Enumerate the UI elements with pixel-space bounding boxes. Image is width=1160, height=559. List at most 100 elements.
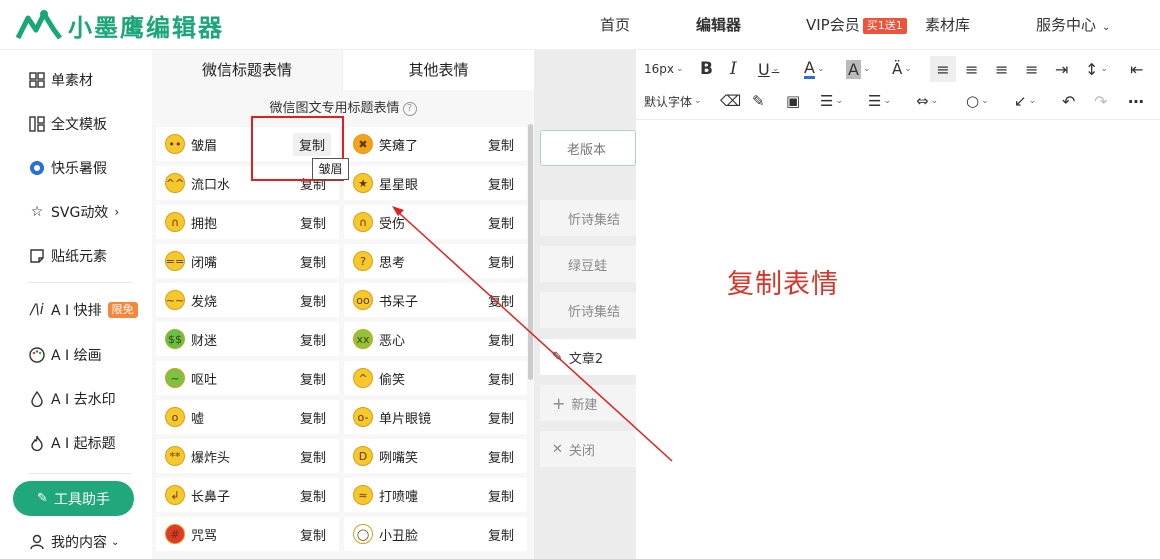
tab-other-emoji[interactable]: 其他表情 bbox=[342, 50, 534, 90]
line-height-icon[interactable]: ↕ ⌄ bbox=[1085, 59, 1108, 79]
underline-icon[interactable]: U ⌄ bbox=[758, 59, 779, 79]
copy-button[interactable]: 复制 bbox=[300, 525, 326, 544]
redo-icon[interactable]: ↷ bbox=[1094, 91, 1107, 111]
emoji-item[interactable]: ~ 呕吐 复制 bbox=[156, 361, 339, 395]
article-item[interactable]: 忻诗集结 bbox=[540, 292, 636, 328]
emoji-item[interactable]: ≈ 打喷嚏 复制 bbox=[344, 478, 527, 512]
article-item[interactable]: 绿豆蛙 bbox=[540, 246, 636, 282]
bold-icon[interactable]: B bbox=[700, 59, 713, 79]
copy-button[interactable]: 复制 bbox=[488, 330, 514, 349]
format-brush-icon[interactable]: ✎ bbox=[752, 91, 765, 111]
emoji-item[interactable]: ? 思考 复制 bbox=[344, 244, 527, 278]
emoji-item[interactable]: ★ 星星眼 复制 bbox=[344, 166, 527, 200]
copy-button[interactable]: 复制 bbox=[300, 486, 326, 505]
copy-button[interactable]: 复制 bbox=[300, 291, 326, 310]
copy-button[interactable]: 复制 bbox=[488, 369, 514, 388]
italic-icon[interactable]: I bbox=[730, 59, 737, 79]
copy-button[interactable]: 复制 bbox=[488, 486, 514, 505]
sidebar-item-stickers[interactable]: 贴纸元素 bbox=[28, 244, 107, 268]
font-family-select[interactable]: 默认字体 ⌄ bbox=[644, 91, 702, 111]
copy-button[interactable]: 复制 bbox=[300, 408, 326, 427]
nav-vip[interactable]: VIP会员 买1送1 bbox=[806, 0, 907, 50]
emoji-item[interactable]: ∩ 受伤 复制 bbox=[344, 205, 527, 239]
editor-area[interactable]: 16px ⌄ B I U ⌄ A ⌄ A ⌄ Ä ⌄ ≡ ≡ ≡ ≡ ⇥ ↕ ⌄ ⇤ 默认字… bbox=[636, 50, 1160, 559]
copy-button[interactable]: 复制 bbox=[300, 252, 326, 271]
collapse-toolbar-icon[interactable]: ⇤ bbox=[1130, 59, 1143, 79]
copy-button[interactable]: 复制 bbox=[300, 213, 326, 232]
nav-service[interactable]: 服务中心 ⌄ bbox=[1036, 0, 1110, 50]
sidebar-item-full-template[interactable]: 全文模板 bbox=[28, 112, 107, 136]
emoji-item[interactable]: ^ 偷笑 复制 bbox=[344, 361, 527, 395]
emoji-item[interactable]: # 咒骂 复制 bbox=[156, 517, 339, 551]
emoji-item[interactable]: ↲ 长鼻子 复制 bbox=[156, 478, 339, 512]
background-color-icon[interactable]: A ⌄ bbox=[846, 59, 871, 79]
sidebar-item-single-material[interactable]: 单素材 bbox=[28, 68, 93, 92]
divider-line-icon[interactable]: ☰ ⌄ bbox=[820, 91, 843, 111]
emoji-item[interactable]: ◯ 小丑脸 复制 bbox=[344, 517, 527, 551]
chevron-right-icon: › bbox=[114, 205, 120, 219]
tab-wechat-title-emoji[interactable]: 微信标题表情 bbox=[152, 50, 342, 90]
sidebar-item-ai-draw[interactable]: A I 绘画 bbox=[28, 343, 102, 367]
emoji-name: 嘘 bbox=[191, 411, 205, 427]
help-icon[interactable]: ? bbox=[402, 101, 417, 116]
nav-home[interactable]: 首页 bbox=[600, 0, 630, 50]
emoji-item[interactable]: o 嘘 复制 bbox=[156, 400, 339, 434]
sidebar-item-my-content[interactable]: 我的内容 ⌄ bbox=[28, 530, 119, 554]
spacing-icon[interactable]: ☰ ⌄ bbox=[868, 91, 891, 111]
align-right-icon[interactable]: ≡ bbox=[995, 59, 1008, 79]
logo[interactable]: 小墨鹰编辑器 bbox=[14, 8, 224, 42]
sidebar-item-ai-title[interactable]: A I 起标题 bbox=[28, 431, 116, 455]
copy-button[interactable]: 复制 bbox=[488, 252, 514, 271]
sidebar-item-ai-watermark[interactable]: A I 去水印 bbox=[28, 387, 116, 411]
emoji-item[interactable]: ∩ 拥抱 复制 bbox=[156, 205, 339, 239]
font-size-select[interactable]: 16px ⌄ bbox=[644, 59, 684, 79]
nav-materials[interactable]: 素材库 bbox=[925, 0, 970, 50]
emoji-item[interactable]: ✖ 笑瘫了 复制 bbox=[344, 127, 527, 161]
sidebar-item-svg[interactable]: ☆ SVG动效 › bbox=[28, 200, 119, 224]
copy-button[interactable]: 复制 bbox=[488, 447, 514, 466]
arrow-down-left-icon[interactable]: ↙ ⌄ bbox=[1014, 91, 1036, 111]
font-color-icon[interactable]: A ⌄ bbox=[804, 59, 825, 79]
bulb-icon[interactable]: ○ ⌄ bbox=[966, 91, 989, 111]
sidebar-item-label: A I 去水印 bbox=[51, 392, 116, 408]
indent-icon[interactable]: ⇥ bbox=[1055, 59, 1068, 79]
align-justify-icon[interactable]: ≡ bbox=[1025, 59, 1038, 79]
copy-button[interactable]: 复制 bbox=[488, 291, 514, 310]
emoji-item[interactable]: oo 书呆子 复制 bbox=[344, 283, 527, 317]
eraser-icon[interactable]: ⌫ bbox=[720, 91, 741, 111]
copy-button[interactable]: 复制 bbox=[300, 330, 326, 349]
tool-assistant-button[interactable]: ✎ 工具助手 bbox=[13, 481, 134, 516]
article-item-current[interactable]: ✎ 文章2 bbox=[540, 339, 636, 375]
emoji-item[interactable]: ~~ 发烧 复制 bbox=[156, 283, 339, 317]
image-icon[interactable]: ▣ bbox=[786, 91, 800, 111]
align-center-icon[interactable]: ≡ bbox=[965, 59, 978, 79]
text-effect-icon[interactable]: Ä ⌄ bbox=[892, 59, 912, 79]
sidebar-item-ai-layout[interactable]: /\i A I 快排 限免 bbox=[28, 298, 138, 322]
emoji-item[interactable]: ** 爆炸头 复制 bbox=[156, 439, 339, 473]
undo-icon[interactable]: ↶ bbox=[1062, 91, 1075, 111]
article-item[interactable]: 忻诗集结 bbox=[540, 200, 636, 236]
copy-button[interactable]: 复制 bbox=[488, 213, 514, 232]
sidebar-item-summer[interactable]: 快乐暑假 bbox=[28, 156, 107, 180]
copy-button[interactable]: 复制 bbox=[488, 135, 514, 154]
emoji-item[interactable]: xx 恶心 复制 bbox=[344, 322, 527, 356]
copy-button[interactable]: 复制 bbox=[488, 525, 514, 544]
panel-scrollbar[interactable] bbox=[528, 124, 533, 380]
nav-editor[interactable]: 编辑器 bbox=[696, 0, 741, 50]
emoji-item[interactable]: == 闭嘴 复制 bbox=[156, 244, 339, 278]
copy-button[interactable]: 复制 bbox=[488, 408, 514, 427]
margin-icon[interactable]: ⇔ ⌄ bbox=[916, 91, 938, 111]
copy-button[interactable]: 复制 bbox=[488, 174, 514, 193]
emoji-item[interactable]: D 咧嘴笑 复制 bbox=[344, 439, 527, 473]
close-button[interactable]: ✕ 关闭 bbox=[540, 431, 636, 467]
emoji-item[interactable]: $$ 财迷 复制 bbox=[156, 322, 339, 356]
emoji-face-icon: ? bbox=[353, 251, 373, 271]
sidebar-item-label: 全文模板 bbox=[51, 117, 107, 133]
old-version-button[interactable]: 老版本 bbox=[540, 130, 636, 166]
more-icon[interactable]: ⋯ bbox=[1128, 91, 1144, 111]
copy-button[interactable]: 复制 bbox=[300, 369, 326, 388]
emoji-item[interactable]: o- 单片眼镜 复制 bbox=[344, 400, 527, 434]
copy-button[interactable]: 复制 bbox=[300, 447, 326, 466]
new-article-button[interactable]: + 新建 bbox=[540, 385, 636, 421]
align-left-icon[interactable]: ≡ bbox=[930, 56, 956, 82]
